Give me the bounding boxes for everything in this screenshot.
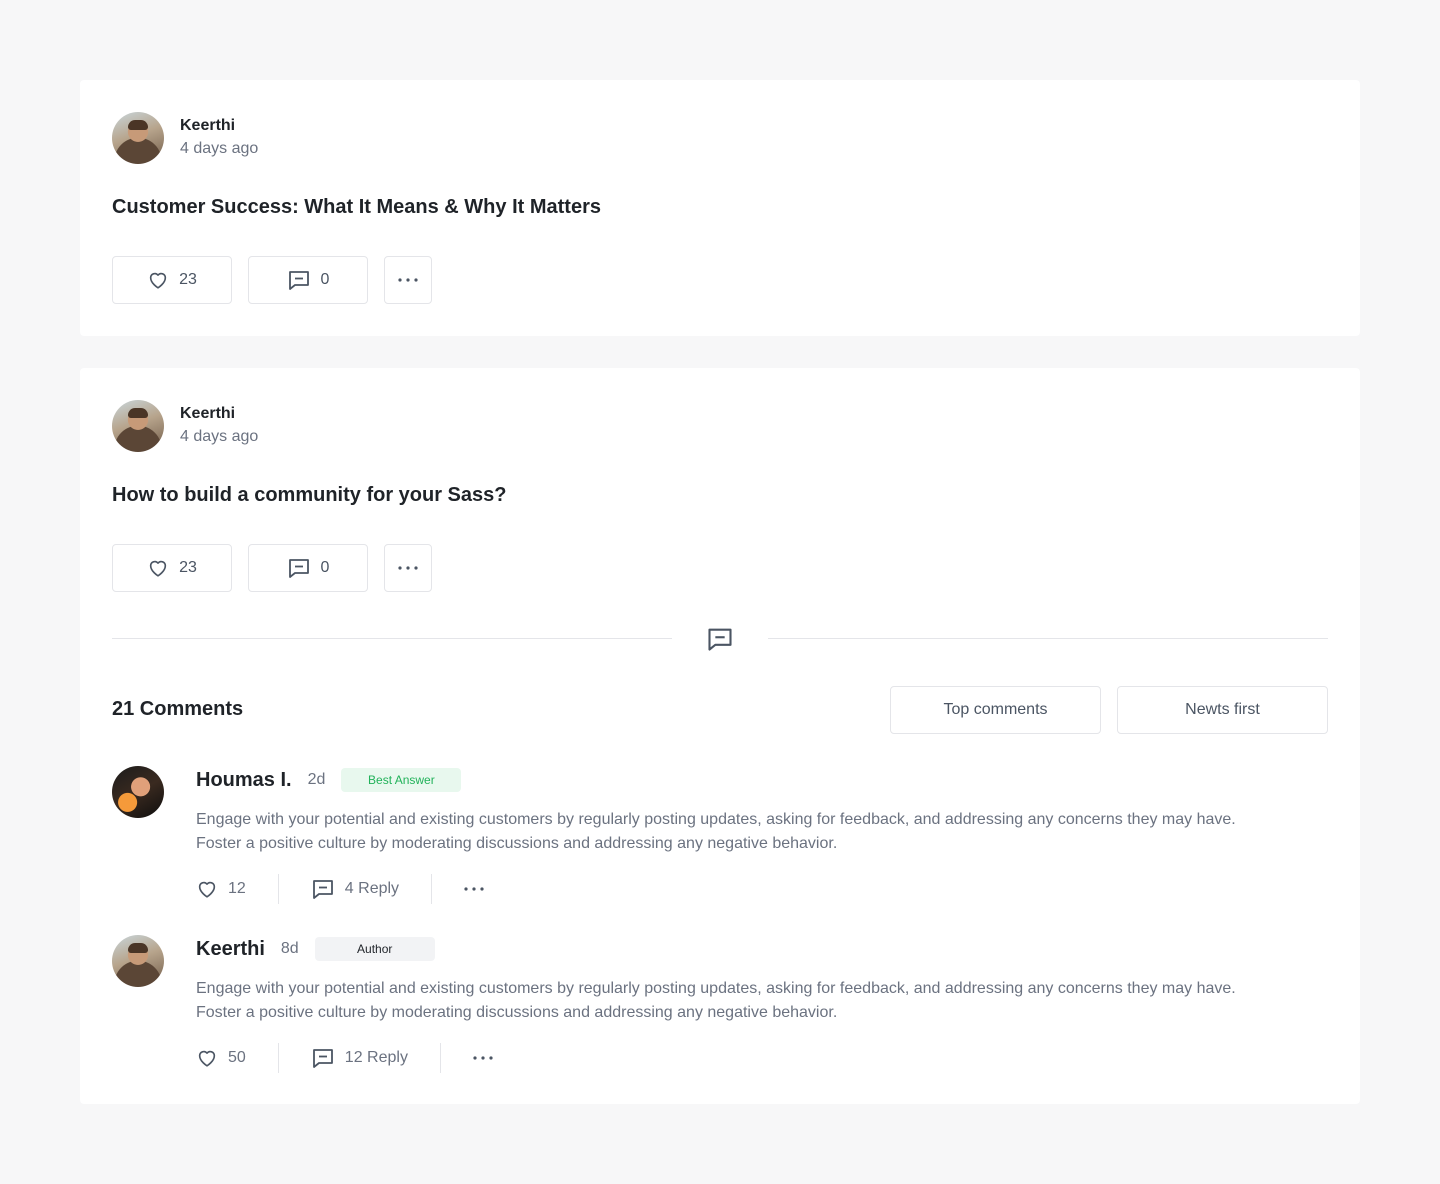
comment-actions: 50 12 Reply bbox=[196, 1043, 1328, 1073]
post-actions: 23 0 bbox=[112, 256, 432, 304]
comments-divider bbox=[112, 624, 1328, 654]
comment-count: 0 bbox=[320, 271, 330, 288]
sort-newest-first-button[interactable]: Newts first bbox=[1117, 686, 1328, 734]
heart-icon bbox=[147, 557, 169, 579]
comment-reply-button[interactable]: 4 Reply bbox=[311, 877, 399, 901]
heart-icon bbox=[196, 1047, 218, 1069]
like-count: 50 bbox=[228, 1049, 246, 1066]
comment-more-button[interactable] bbox=[464, 886, 484, 892]
comment-icon bbox=[311, 877, 335, 901]
post-card: Keerthi 4 days ago Customer Success: Wha… bbox=[80, 80, 1360, 336]
more-button[interactable] bbox=[384, 256, 432, 304]
comments-header: 21 Comments Top comments Newts first bbox=[112, 686, 1328, 734]
avatar[interactable] bbox=[112, 935, 164, 987]
reply-count: 12 Reply bbox=[344, 1049, 408, 1066]
post-title[interactable]: Customer Success: What It Means & Why It… bbox=[112, 196, 601, 219]
like-button[interactable]: 23 bbox=[112, 256, 232, 304]
comment-text-line: Foster a positive culture by moderating … bbox=[196, 1004, 838, 1021]
comment-time: 2d bbox=[307, 771, 326, 788]
comment-author[interactable]: Keerthi bbox=[196, 938, 265, 961]
comment-actions: 12 4 Reply bbox=[196, 874, 1328, 904]
comment-like-button[interactable]: 50 bbox=[196, 1047, 246, 1069]
comment-button[interactable]: 0 bbox=[248, 256, 368, 304]
more-horizontal-icon bbox=[464, 886, 484, 892]
comment-icon bbox=[287, 556, 311, 580]
author-name[interactable]: Keerthi bbox=[180, 115, 258, 137]
comment-author[interactable]: Houmas I. bbox=[196, 769, 292, 792]
comment-text: Engage with your potential and existing … bbox=[196, 808, 1328, 856]
comment-text-line: Engage with your potential and existing … bbox=[196, 811, 1236, 828]
best-answer-badge: Best Answer bbox=[341, 768, 462, 792]
comment-button[interactable]: 0 bbox=[248, 544, 368, 592]
post-title[interactable]: How to build a community for your Sass? bbox=[112, 484, 506, 507]
like-count: 23 bbox=[179, 271, 197, 288]
reply-count: 4 Reply bbox=[344, 880, 400, 897]
more-horizontal-icon bbox=[473, 1055, 493, 1061]
post-time: 4 days ago bbox=[180, 140, 259, 157]
author-name[interactable]: Keerthi bbox=[180, 403, 258, 425]
like-button[interactable]: 23 bbox=[112, 544, 232, 592]
comment-time: 8d bbox=[280, 940, 299, 957]
action-separator bbox=[277, 1043, 279, 1073]
post-time: 4 days ago bbox=[180, 428, 259, 445]
heart-icon bbox=[196, 878, 218, 900]
comments-count-title: 21 Comments bbox=[112, 698, 244, 720]
action-separator bbox=[431, 874, 433, 904]
like-count: 23 bbox=[179, 559, 197, 576]
sort-top-comments-button[interactable]: Top comments bbox=[890, 686, 1101, 734]
comment-more-button[interactable] bbox=[473, 1055, 493, 1061]
like-count: 12 bbox=[228, 880, 246, 897]
more-horizontal-icon bbox=[398, 565, 418, 571]
avatar[interactable] bbox=[112, 112, 164, 164]
avatar[interactable] bbox=[112, 766, 164, 818]
comment-text-line: Foster a positive culture by moderating … bbox=[196, 835, 838, 852]
comment-text: Engage with your potential and existing … bbox=[196, 977, 1328, 1025]
comment-text-line: Engage with your potential and existing … bbox=[196, 980, 1236, 997]
more-horizontal-icon bbox=[398, 277, 418, 283]
heart-icon bbox=[147, 269, 169, 291]
divider-line bbox=[768, 638, 1328, 639]
avatar[interactable] bbox=[112, 400, 164, 452]
post-author: Keerthi 4 days ago bbox=[112, 400, 258, 452]
comment-reply-button[interactable]: 12 Reply bbox=[311, 1046, 408, 1070]
post-card: Keerthi 4 days ago How to build a commun… bbox=[80, 368, 1360, 1104]
more-button[interactable] bbox=[384, 544, 432, 592]
action-separator bbox=[439, 1043, 441, 1073]
comment-icon bbox=[311, 1046, 335, 1070]
comment-count: 0 bbox=[320, 559, 330, 576]
author-badge: Author bbox=[314, 937, 435, 961]
divider-line bbox=[112, 638, 672, 639]
action-separator bbox=[277, 874, 279, 904]
comment-like-button[interactable]: 12 bbox=[196, 878, 246, 900]
comment-icon bbox=[287, 268, 311, 292]
comment-icon bbox=[706, 625, 734, 658]
post-actions: 23 0 bbox=[112, 544, 432, 592]
post-author: Keerthi 4 days ago bbox=[112, 112, 258, 164]
